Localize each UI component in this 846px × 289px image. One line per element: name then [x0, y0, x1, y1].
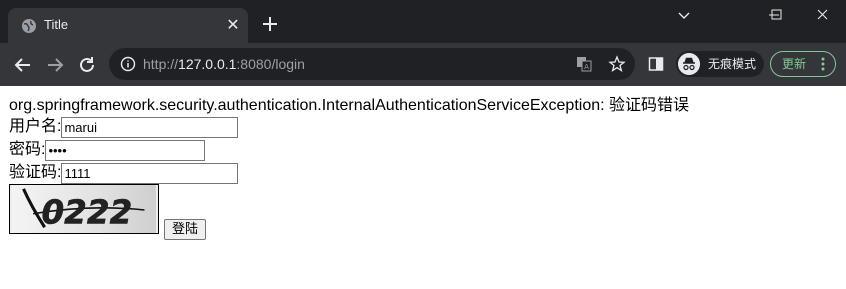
reload-icon[interactable]: [74, 52, 100, 78]
error-message: org.springframework.security.authenticat…: [9, 97, 690, 114]
password-input[interactable]: [45, 140, 206, 161]
url-host: 127.0.0.1: [178, 56, 237, 72]
login-button[interactable]: 登陆: [164, 219, 206, 240]
incognito-icon: [678, 53, 700, 75]
tab-search-chevron-icon[interactable]: [670, 4, 698, 28]
globe-icon: [22, 19, 36, 33]
username-input[interactable]: [61, 117, 239, 138]
side-panel-icon[interactable]: [648, 56, 664, 72]
bookmark-star-icon[interactable]: [608, 55, 626, 73]
tab-strip: Title ✕: [0, 0, 846, 43]
captcha-code-label: 验证码:: [9, 164, 62, 181]
active-tab[interactable]: Title ✕: [8, 8, 248, 43]
url-path: :8080/login: [236, 56, 305, 72]
captcha-text: 0222: [41, 193, 132, 231]
tab-title: Title: [44, 17, 69, 32]
translate-icon[interactable]: A: [576, 56, 592, 72]
username-label: 用户名:: [9, 118, 62, 135]
site-info-icon[interactable]: [120, 56, 136, 72]
forward-arrow-icon[interactable]: [42, 52, 68, 78]
incognito-label: 无痕模式: [708, 57, 757, 71]
update-button[interactable]: 更新: [770, 51, 836, 77]
update-label: 更新: [782, 57, 807, 71]
password-label: 密码:: [9, 141, 46, 158]
username-row: 用户名:: [9, 117, 239, 138]
url-text[interactable]: http://127.0.0.1:8080/login: [143, 56, 305, 72]
captcha-code-row: 验证码:: [9, 163, 239, 184]
tab-close-icon[interactable]: ✕: [224, 17, 242, 35]
more-menu-icon[interactable]: [819, 56, 827, 72]
incognito-profile-chip[interactable]: 无痕模式: [676, 51, 764, 77]
back-arrow-icon[interactable]: [10, 52, 36, 78]
address-bar[interactable]: http://127.0.0.1:8080/login A: [109, 48, 635, 80]
password-row: 密码:: [9, 140, 206, 161]
new-tab-plus-icon[interactable]: [259, 13, 281, 35]
svg-text:A: A: [584, 63, 589, 71]
maximize-icon[interactable]: [753, 0, 799, 30]
url-scheme: http://: [143, 56, 179, 72]
captcha-image[interactable]: 0222: [9, 184, 159, 234]
page-content: org.springframework.security.authenticat…: [0, 86, 846, 289]
window-close-icon[interactable]: [800, 0, 846, 30]
captcha-code-input[interactable]: [61, 163, 239, 184]
